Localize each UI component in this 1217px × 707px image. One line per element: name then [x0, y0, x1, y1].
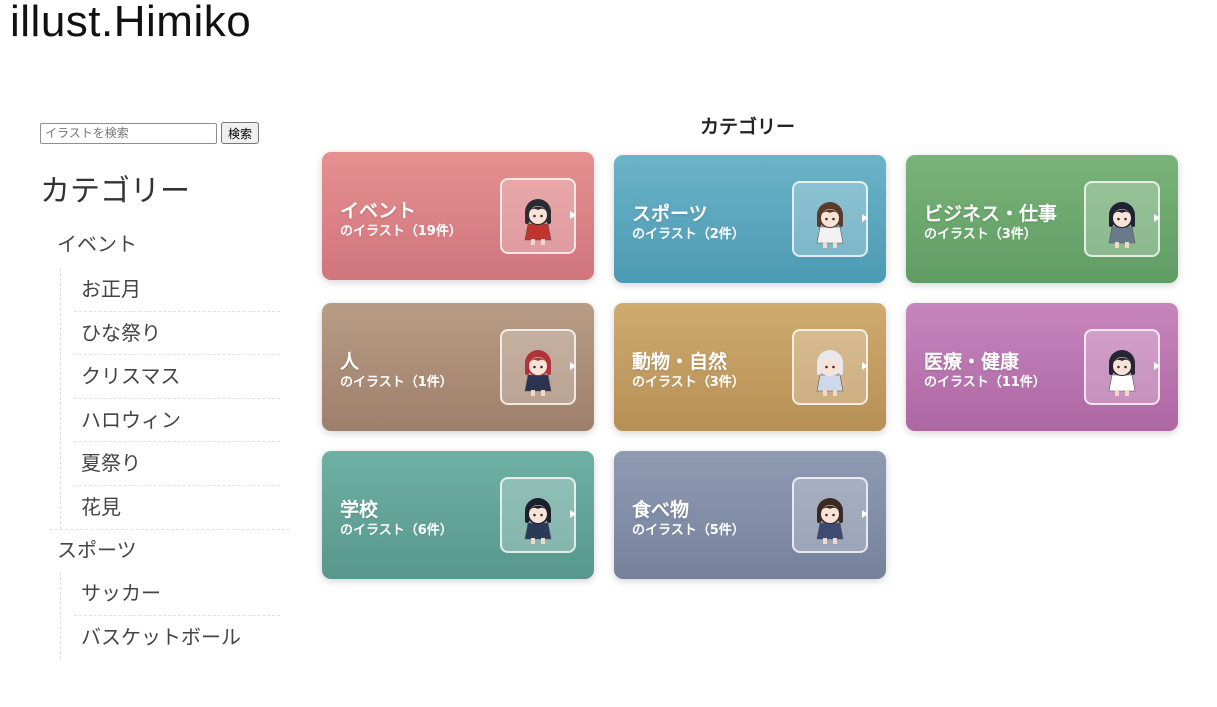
- arrow-right-icon: [862, 362, 868, 370]
- sidebar-category-label[interactable]: イベント: [40, 230, 290, 258]
- sidebar-subcategory-item[interactable]: クリスマス: [74, 355, 280, 399]
- school-character-icon: [524, 498, 552, 544]
- card-title: 人: [340, 351, 360, 373]
- card-title: ビジネス・仕事: [924, 203, 1058, 225]
- category-card[interactable]: 学校 のイラスト（6件）: [322, 451, 594, 579]
- nurse-character-icon: [1108, 350, 1136, 396]
- sidebar-divider: [50, 529, 290, 530]
- sidebar-heading: カテゴリー: [40, 174, 190, 209]
- card-count: のイラスト（19件）: [340, 224, 462, 239]
- sidebar-subcategory-item[interactable]: 夏祭り: [74, 442, 280, 486]
- kimono-character-icon: [524, 199, 552, 245]
- card-title: 医療・健康: [924, 351, 1020, 373]
- category-card[interactable]: イベント のイラスト（19件）: [322, 152, 594, 280]
- arrow-right-icon: [570, 510, 576, 518]
- card-title: 食べ物: [632, 499, 690, 521]
- search-bar: 検索: [40, 122, 290, 144]
- arrow-right-icon: [570, 362, 576, 370]
- sidebar-subcategory-list: お正月 ひな祭り クリスマス ハロウィン 夏祭り 花見: [60, 268, 280, 529]
- food-character-icon: [816, 498, 844, 544]
- card-count: のイラスト（5件）: [632, 523, 745, 538]
- card-count: のイラスト（3件）: [924, 227, 1037, 242]
- category-card[interactable]: 人 のイラスト（1件）: [322, 303, 594, 431]
- office-worker-icon: [1108, 202, 1136, 248]
- card-count: のイラスト（11件）: [924, 375, 1046, 390]
- arrow-right-icon: [570, 211, 576, 219]
- arrow-right-icon: [1154, 214, 1160, 222]
- sidebar-subcategory-item[interactable]: ひな祭り: [74, 312, 280, 355]
- sidebar-category-label[interactable]: スポーツ: [40, 536, 290, 564]
- card-count: のイラスト（1件）: [340, 375, 453, 390]
- sidebar-category-sports: スポーツ サッカー バスケットボール: [40, 536, 290, 659]
- card-thumbnail: [500, 477, 576, 553]
- sidebar-subcategory-item[interactable]: バスケットボール: [74, 616, 280, 660]
- card-title: スポーツ: [632, 203, 708, 225]
- card-count: のイラスト（2件）: [632, 227, 745, 242]
- sidebar-subcategory-item[interactable]: 花見: [74, 486, 280, 530]
- arrow-right-icon: [862, 510, 868, 518]
- card-thumbnail: [500, 329, 576, 405]
- search-button[interactable]: 検索: [221, 122, 260, 144]
- arrow-right-icon: [862, 214, 868, 222]
- card-thumbnail: [792, 329, 868, 405]
- sidebar: 検索 カテゴリー イベント お正月 ひな祭り クリスマス ハロウィン 夏祭り 花…: [40, 122, 290, 659]
- search-input[interactable]: [40, 122, 217, 144]
- sidebar-subcategory-item[interactable]: ハロウィン: [74, 399, 280, 442]
- sidebar-category-event: イベント お正月 ひな祭り クリスマス ハロウィン 夏祭り 花見: [40, 230, 290, 529]
- sports-character-icon: [816, 202, 844, 248]
- student-character-icon: [524, 350, 552, 396]
- main-heading: カテゴリー: [700, 116, 796, 138]
- animal-character-icon: [816, 350, 844, 396]
- category-card[interactable]: スポーツ のイラスト（2件）: [614, 155, 886, 283]
- card-count: のイラスト（3件）: [632, 375, 745, 390]
- card-title: 動物・自然: [632, 351, 728, 373]
- card-thumbnail: [792, 181, 868, 257]
- category-card[interactable]: 動物・自然 のイラスト（3件）: [614, 303, 886, 431]
- card-thumbnail: [1084, 181, 1160, 257]
- card-thumbnail: [500, 178, 576, 254]
- site-title[interactable]: illust.Himiko: [10, 0, 251, 48]
- sidebar-subcategory-list: サッカー バスケットボール: [60, 572, 280, 659]
- card-thumbnail: [1084, 329, 1160, 405]
- sidebar-subcategory-item[interactable]: お正月: [74, 268, 280, 312]
- category-card[interactable]: 食べ物 のイラスト（5件）: [614, 451, 886, 579]
- arrow-right-icon: [1154, 362, 1160, 370]
- card-title: イベント: [340, 200, 417, 222]
- card-count: のイラスト（6件）: [340, 523, 453, 538]
- category-card[interactable]: ビジネス・仕事 のイラスト（3件）: [906, 155, 1178, 283]
- card-title: 学校: [340, 499, 379, 521]
- card-thumbnail: [792, 477, 868, 553]
- category-card[interactable]: 医療・健康 のイラスト（11件）: [906, 303, 1178, 431]
- sidebar-subcategory-item[interactable]: サッカー: [74, 572, 280, 616]
